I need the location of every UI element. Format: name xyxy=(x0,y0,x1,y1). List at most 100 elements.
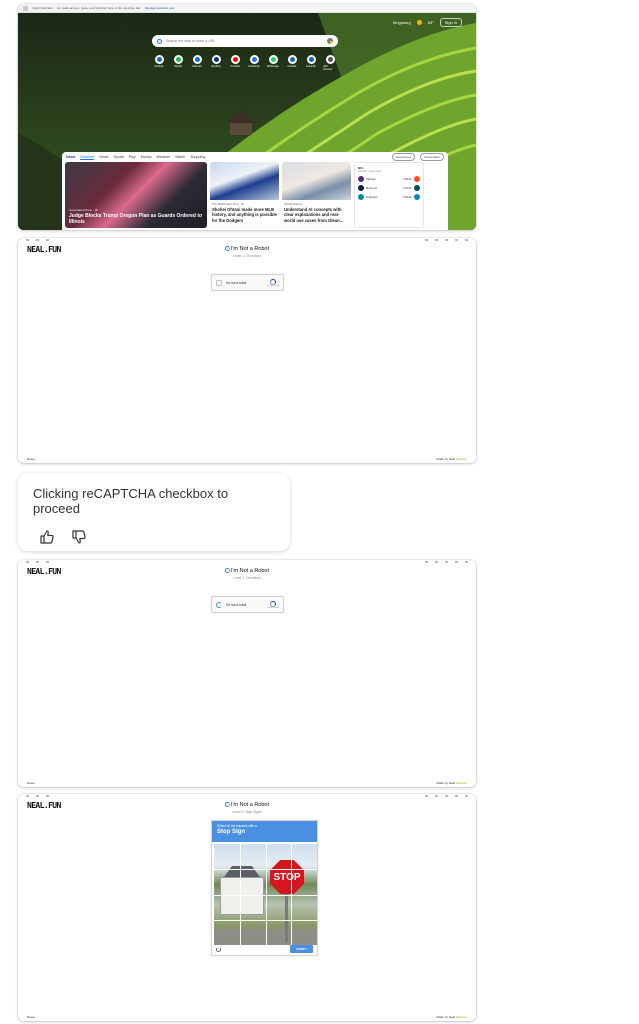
quick-link-tile[interactable]: LinkedIn xyxy=(304,55,318,71)
quick-link-tile[interactable]: Spotify xyxy=(171,55,185,71)
news-card-lead[interactable]: Associated Press · 2h Judge Blocks Trump… xyxy=(65,162,207,228)
weather-temperature[interactable]: 63° xyxy=(428,20,434,25)
quick-link-tile[interactable]: Booking xyxy=(209,55,223,71)
quick-link-tile[interactable]: WhatsApp xyxy=(266,55,280,71)
news-card-source: Associated Press · 2h xyxy=(69,207,99,212)
recaptcha-icon xyxy=(224,246,230,251)
stop-sign: STOP xyxy=(270,860,304,894)
favorites-notice: For quick access, place your favorites h… xyxy=(56,6,141,10)
team-name: Broncos xyxy=(366,186,378,190)
reset-button[interactable]: Reset xyxy=(27,1015,35,1019)
thumbs-down-icon[interactable] xyxy=(71,529,87,545)
news-card-image xyxy=(210,162,279,200)
score-row[interactable]: Vikings FINAL xyxy=(358,176,420,182)
sponsor-link[interactable]: Sponsor xyxy=(456,457,467,461)
tab-news[interactable]: News xyxy=(99,155,108,159)
challenge-prompt: Select all the squares with a xyxy=(217,824,257,828)
footer: Reset Made by Neal Sponsor xyxy=(27,1015,467,1019)
game-status: FINAL xyxy=(403,195,412,199)
sponsor-link[interactable]: Sponsor xyxy=(456,781,467,785)
quick-links: Outlook Spotify Walmart Booking YouTube Faceb… xyxy=(152,55,337,71)
news-card-title: Understand AI concepts with clear explan… xyxy=(284,207,344,223)
score-row[interactable]: Broncos FINAL xyxy=(358,185,420,191)
quick-link-label: Walmart xyxy=(192,65,202,68)
team-logo xyxy=(358,176,364,182)
verify-button[interactable]: VERIFY xyxy=(290,945,313,953)
game-status: FINAL xyxy=(403,177,412,181)
recaptcha-brand: reCAPTCHA xyxy=(267,606,279,609)
quick-link-label: Add shortcut xyxy=(323,65,333,71)
page-title-text: I'm Not a Robot xyxy=(230,246,270,252)
image-grid: STOP xyxy=(214,844,317,945)
personalize-button[interactable]: Personalize xyxy=(420,153,444,161)
favorites-icon[interactable] xyxy=(23,5,28,11)
quick-link-label: YouTube xyxy=(229,65,241,68)
screenshot-level1: NEAL.FUN I'm Not a Robot Level 1: Checkb… xyxy=(18,238,476,463)
news-card[interactable]: The Washington Post · 4h Shohei Ohtani m… xyxy=(210,162,279,228)
page-title: I'm Not a Robot xyxy=(18,246,476,252)
message-text: Clicking reCAPTCHA checkbox to proceed xyxy=(33,486,229,516)
team-name: Vikings xyxy=(366,177,376,181)
feed-layout-button[interactable]: Feed layout xyxy=(391,153,416,161)
reload-icon[interactable] xyxy=(216,946,221,952)
made-by-link[interactable]: Made by Neal xyxy=(436,1015,455,1019)
manage-favorites-link[interactable]: Manage favorites now xyxy=(145,6,174,10)
made-by-link[interactable]: Made by Neal xyxy=(436,457,455,461)
recaptcha-checkbox[interactable] xyxy=(216,279,222,286)
news-card[interactable]: Global Notices Understand AI concepts wi… xyxy=(282,162,351,228)
quick-link-label: Outlook xyxy=(154,65,164,68)
tab-money[interactable]: Money xyxy=(141,155,152,159)
news-nav: News Discover News Sports Play Money Wea… xyxy=(62,152,448,162)
sign-pole xyxy=(285,892,288,942)
import-favorites-button[interactable]: Import favorites xyxy=(32,6,53,10)
tab-watch[interactable]: Watch xyxy=(175,155,185,159)
search-icon xyxy=(157,38,162,44)
page-title: I'm Not a Robot xyxy=(18,568,476,574)
tab-weather[interactable]: Weather xyxy=(157,155,171,159)
level-label: Level 2: Stop Signs xyxy=(232,810,262,814)
quick-link-tile[interactable]: Add shortcut xyxy=(323,55,337,71)
quick-link-label: Outlook xyxy=(287,65,297,68)
tab-discover[interactable]: Discover xyxy=(80,155,95,160)
house xyxy=(220,877,264,915)
quick-link-tile[interactable]: YouTube xyxy=(228,55,242,71)
tab-shopping[interactable]: Shopping xyxy=(190,155,205,159)
image-challenge: Select all the squares with a Stop Sign … xyxy=(211,820,318,956)
score-row[interactable]: Dolphins FINAL xyxy=(358,194,420,200)
footer: Reset Made by Neal Sponsor xyxy=(27,781,467,785)
page-title-text: I'm Not a Robot xyxy=(230,568,270,574)
tab-play[interactable]: Play xyxy=(129,155,136,159)
scores-card[interactable]: NFL Results to your view Vikings FINAL B… xyxy=(354,162,424,228)
quick-link-tile[interactable]: Facebook xyxy=(247,55,261,71)
screenshot-level2: NEAL.FUN I'm Not a Robot Level 2: Stop S… xyxy=(18,794,476,1021)
team-logo xyxy=(358,194,364,200)
tab-sports[interactable]: Sports xyxy=(113,155,123,159)
news-brand[interactable]: News xyxy=(66,155,75,159)
feedback-row xyxy=(33,529,275,545)
quick-link-label: Facebook xyxy=(248,65,260,68)
sponsor-link[interactable]: Sponsor xyxy=(456,1015,467,1019)
quick-link-icon xyxy=(211,55,221,64)
quick-link-tile[interactable]: Walmart xyxy=(190,55,204,71)
quick-link-label: Booking xyxy=(211,65,221,68)
team-name: Dolphins xyxy=(366,195,378,199)
thumbs-up-icon[interactable] xyxy=(39,529,55,545)
made-by-link[interactable]: Made by Neal xyxy=(436,781,455,785)
search-box[interactable]: Search the web or enter a URL xyxy=(152,35,338,47)
grid-line xyxy=(214,919,317,921)
reset-button[interactable]: Reset xyxy=(27,457,35,461)
weather-location[interactable]: Kingsburg xyxy=(393,20,411,25)
recaptcha-widget: I'm not a robot reCAPTCHA xyxy=(211,274,284,291)
news-card-title: Judge Blocks Trump Oregon Plan as Guards… xyxy=(69,212,203,225)
signin-button[interactable]: Sign in xyxy=(439,18,462,27)
quick-link-tile[interactable]: Outlook xyxy=(285,55,299,71)
footer-credit: Made by Neal Sponsor xyxy=(436,1015,467,1019)
quick-link-label: Spotify xyxy=(174,65,182,68)
reset-button[interactable]: Reset xyxy=(27,781,35,785)
quick-link-tile[interactable]: Outlook xyxy=(152,55,166,71)
copilot-icon[interactable] xyxy=(327,38,333,44)
recaptcha-logo: reCAPTCHA xyxy=(268,278,279,287)
news-feed: News Discover News Sports Play Money Wea… xyxy=(62,152,448,230)
quick-link-icon xyxy=(325,55,335,64)
recaptcha-logo: reCAPTCHA xyxy=(267,600,279,609)
